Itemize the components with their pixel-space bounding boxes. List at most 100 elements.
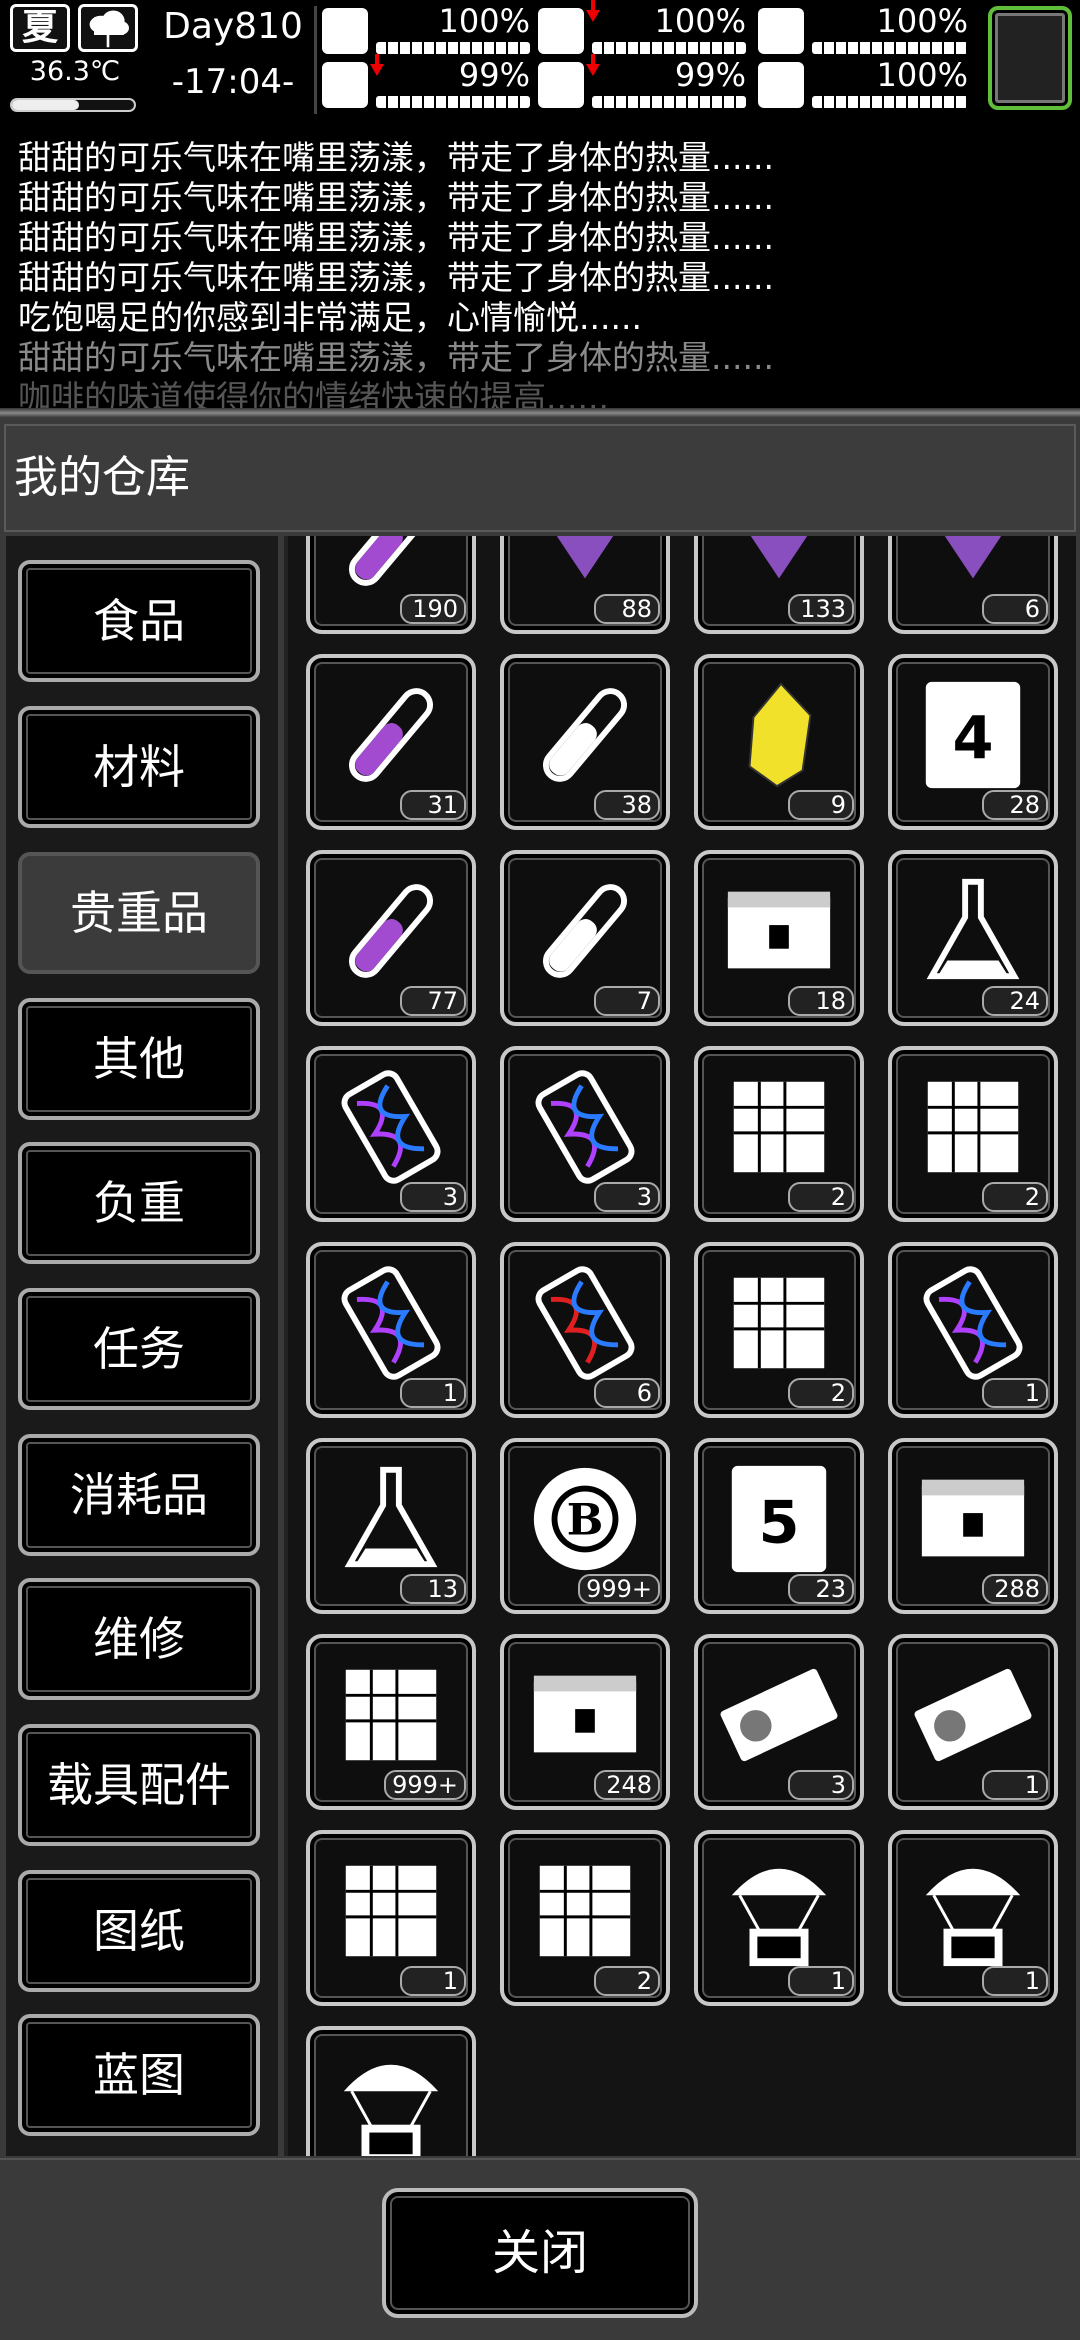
gene-capsule-i-radiation-icon [912,1264,1034,1382]
gene-capsule-ii-icon [330,1068,452,1186]
gene-capsule-ii-radiation-icon [524,1068,646,1186]
category-valuables[interactable]: 贵重品 [18,852,260,974]
stomach-icon [538,8,584,54]
zombie-poster-icon [330,1656,452,1774]
item-count: 3 [788,1770,854,1800]
item-count: 1 [400,1378,466,1408]
inventory-slot[interactable]: 9 [694,654,864,830]
grid-blueprint-icon [718,1264,840,1382]
inventory-slot[interactable]: 7 [500,850,670,1026]
inventory-slot[interactable]: 6 [500,1242,670,1418]
inventory-slot[interactable]: 6 [888,536,1058,634]
airdrop-car-icon [912,1852,1034,1970]
inventory-slot[interactable]: 88 [500,536,670,634]
inventory-slot[interactable]: 4 28 [888,654,1058,830]
inventory-slot[interactable]: 2 [694,1046,864,1222]
day-counter: Day810 [163,6,303,47]
inventory-slot[interactable]: 2 [694,1242,864,1418]
temperature-readout: 36.3℃ [29,56,121,87]
item-count: 288 [982,1574,1048,1604]
category-food[interactable]: 食品 [18,560,260,682]
inventory-slot[interactable]: 38 [500,654,670,830]
stat-stamina: 99% [322,54,530,112]
inventory-slot[interactable]: 2 [888,1046,1058,1222]
category-blueprints[interactable]: 蓝图 [18,2014,260,2136]
category-repair[interactable]: 维修 [18,1578,260,1700]
close-button[interactable]: 关闭 [382,2188,698,2318]
inventory-slot[interactable]: 1 [306,2026,476,2156]
divider [314,6,317,114]
status-bar: 夏 36.3℃ Day810 -17:04- 100% 100% 100% 99… [0,0,1080,120]
log-line: 甜甜的可乐气味在嘴里荡漾，带走了身体的热量...... [18,338,774,377]
stat-stomach: 100% [538,0,746,58]
purple-shard-icon [718,536,840,598]
inventory-slot[interactable]: 190 [306,536,476,634]
item-count: 7 [594,986,660,1016]
inventory-slot[interactable]: 1 [306,1830,476,2006]
warehouse-panel: 我的仓库 食品 材料 贵重品 其他 负重 任务 消耗品 维修 载具配件 图纸 蓝… [0,418,1080,2340]
inventory-slot[interactable]: 13 [306,1438,476,1614]
antenna-blueprint-icon [718,1068,840,1186]
inventory-slot[interactable]: 288 [888,1438,1058,1614]
item-count: 38 [594,790,660,820]
inventory-slot[interactable]: 2 [500,1830,670,2006]
message-log: 甜甜的可乐气味在嘴里荡漾，带走了身体的热量...... 甜甜的可乐气味在嘴里荡漾… [0,126,1080,408]
inventory-slot[interactable]: 31 [306,654,476,830]
stat-water: 99% [538,54,746,112]
item-count: 3 [400,1182,466,1212]
inventory-slot[interactable]: 999+ [306,1634,476,1810]
category-other[interactable]: 其他 [18,998,260,1120]
test-tube-zeta-icon [330,676,452,794]
warehouse-title: 我的仓库 [4,424,1076,532]
item-count: 88 [594,594,660,624]
log-line: 甜甜的可乐气味在嘴里荡漾，带走了身体的热量...... [18,138,774,177]
inventory-slot[interactable]: 24 [888,850,1058,1026]
b-scroll-icon [524,1852,646,1970]
item-count: 24 [982,986,1048,1016]
category-consumables[interactable]: 消耗品 [18,1434,260,1556]
category-load[interactable]: 负重 [18,1142,260,1264]
crate-iii-icon [524,1656,646,1774]
inventory-slot[interactable]: 18 [694,850,864,1026]
item-count: 1 [788,1966,854,1996]
inventory-slot[interactable]: 133 [694,536,864,634]
lab-equipment-blueprint-icon [330,1852,452,1970]
shield-item-icon [524,536,646,598]
inventory-slot[interactable]: 1 [888,1242,1058,1418]
inventory-slot[interactable]: 3 [306,1046,476,1222]
equipment-slot[interactable] [988,6,1072,110]
inventory-slot[interactable]: 3 [694,1634,864,1810]
category-quest[interactable]: 任务 [18,1288,260,1410]
category-drawings[interactable]: 图纸 [18,1870,260,1992]
flask-ii-icon [330,1460,452,1578]
item-count: 1 [982,1966,1048,1996]
inventory-slot[interactable]: 1 [888,1634,1058,1810]
inventory-slot[interactable]: 77 [306,850,476,1026]
divider [0,408,1080,418]
airdrop-sedan-icon [330,2048,452,2156]
inventory-slot[interactable]: B 999+ [500,1438,670,1614]
inventory-slot[interactable]: 5 23 [694,1438,864,1614]
test-tube-vi-icon [524,676,646,794]
log-line: 甜甜的可乐气味在嘴里荡漾，带走了身体的热量...... [18,258,774,297]
inventory-slot[interactable]: 1 [694,1830,864,2006]
item-grid[interactable]: 190 88 133 6 31 38 9 4 28 77 7 18 24 3 3 2 2 1 6 2 1 13 B 999+ 5… [284,536,1076,2156]
test-tube-vii-icon [524,872,646,990]
item-count: 13 [400,1574,466,1604]
inventory-slot[interactable]: 248 [500,1634,670,1810]
medkit-icon [322,8,368,54]
category-sidebar[interactable]: 食品 材料 贵重品 其他 负重 任务 消耗品 维修 载具配件 图纸 蓝图 [6,536,278,2156]
heart-icon [758,62,804,108]
misc-item-icon [912,536,1034,598]
item-count: 28 [982,790,1048,820]
footer: 关闭 [0,2158,1080,2340]
item-count: 6 [594,1378,660,1408]
category-materials[interactable]: 材料 [18,706,260,828]
inventory-slot[interactable]: 1 [306,1242,476,1418]
category-vehicle-parts[interactable]: 载具配件 [18,1724,260,1846]
inventory-slot[interactable]: 1 [888,1830,1058,2006]
item-count: 77 [400,986,466,1016]
stat-health: 100% [322,2,530,58]
crate-iv-icon [912,1460,1034,1578]
inventory-slot[interactable]: 3 [500,1046,670,1222]
